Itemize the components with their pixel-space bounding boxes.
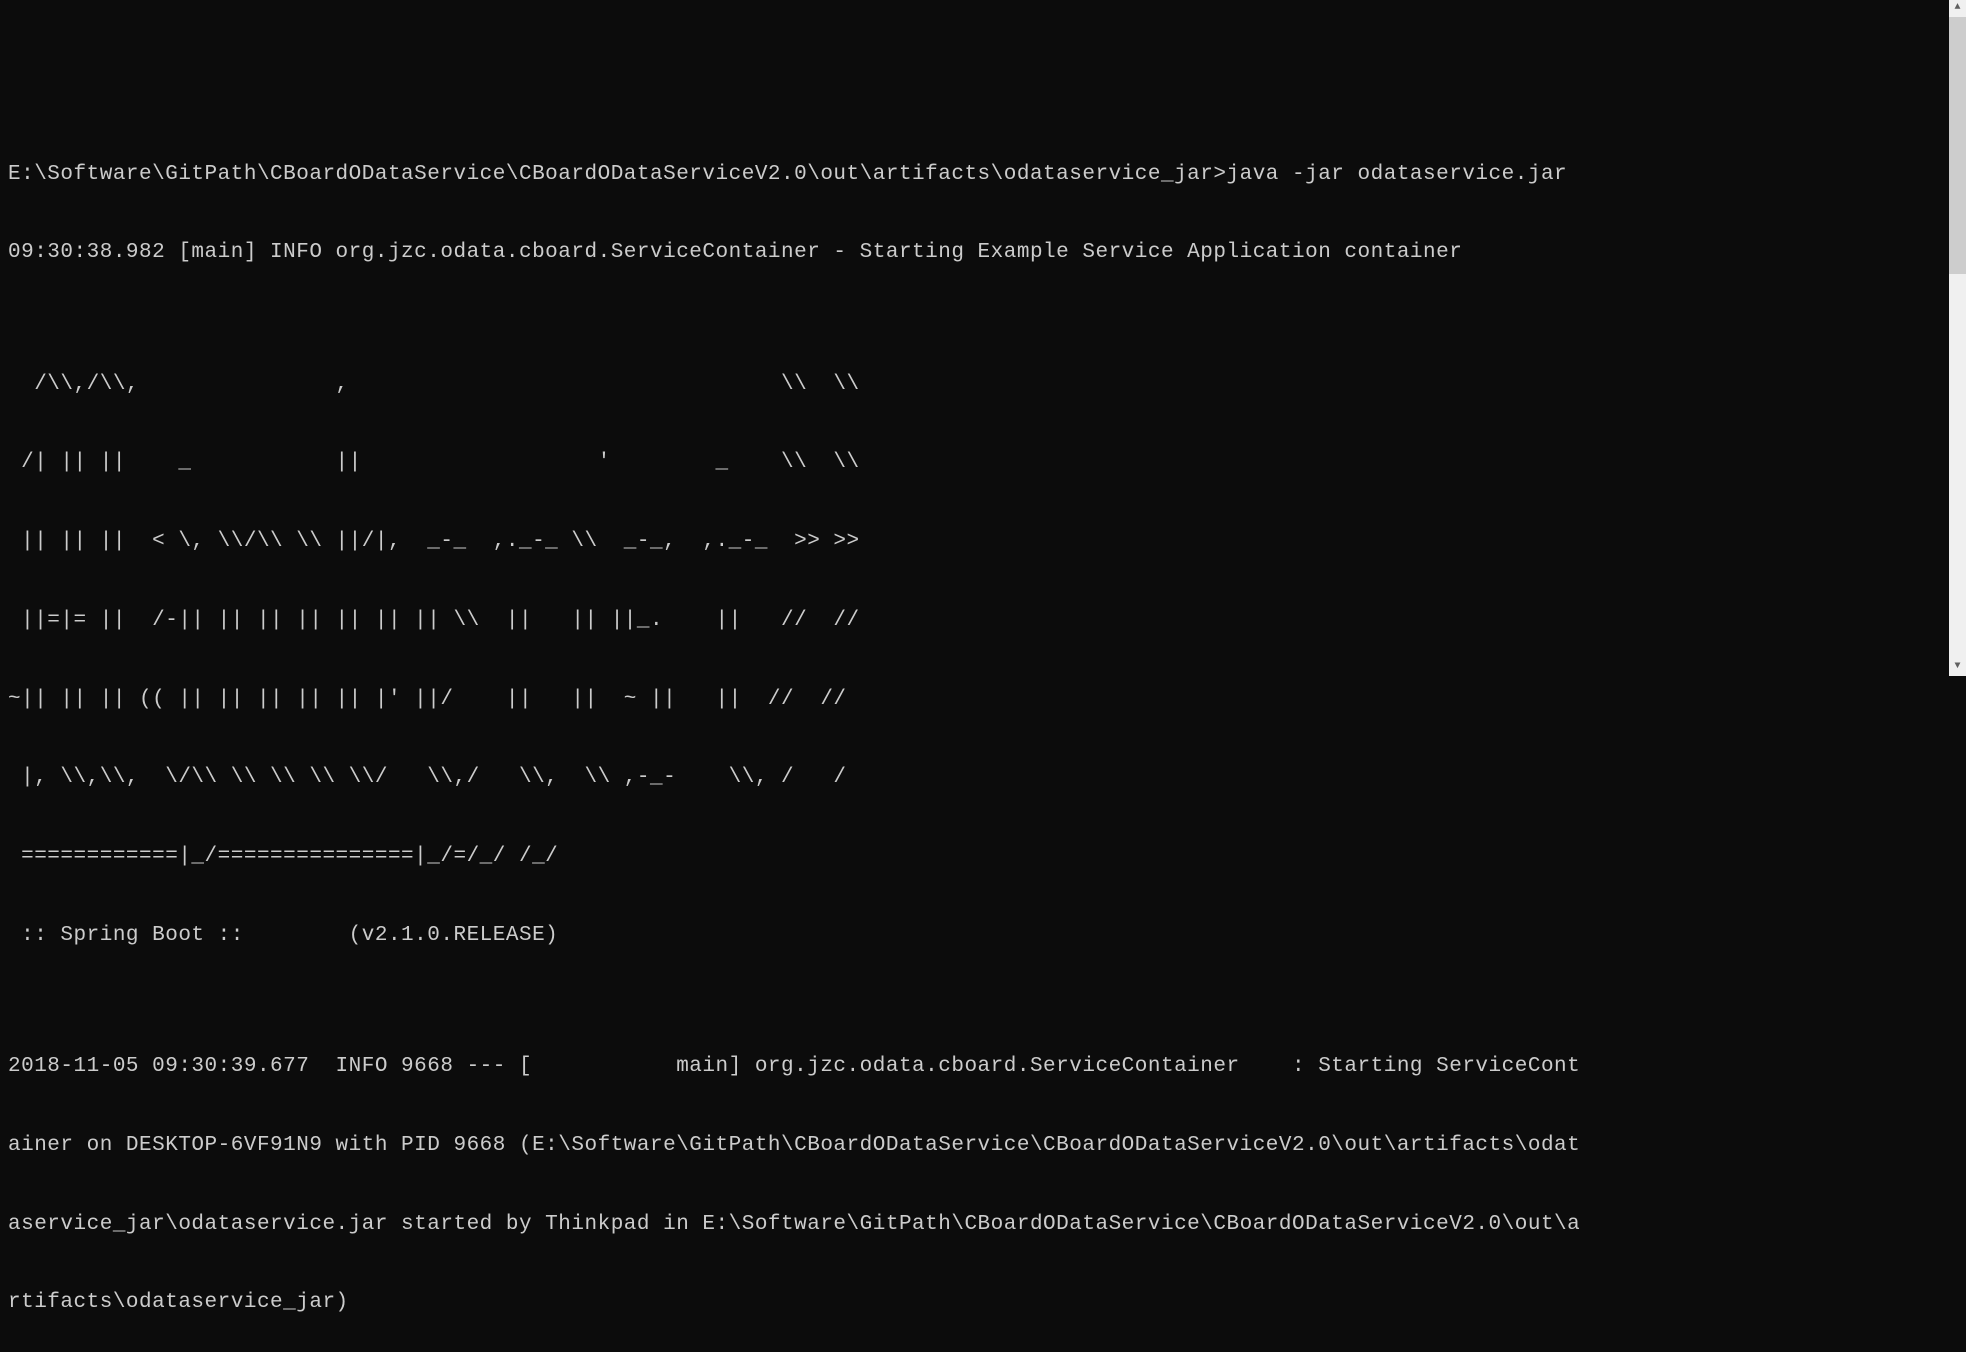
terminal-line: :: Spring Boot :: (v2.1.0.RELEASE) [8, 923, 1958, 949]
scrollbar-track[interactable] [1949, 17, 1966, 659]
scrollbar-thumb[interactable] [1949, 17, 1966, 274]
terminal-line: ||=|= || /-|| || || || || || || \\ || ||… [8, 608, 1958, 634]
scrollbar-down-arrow-icon[interactable]: ▼ [1949, 659, 1966, 676]
terminal-line: 09:30:38.982 [main] INFO org.jzc.odata.c… [8, 240, 1958, 266]
terminal-line: ~|| || || (( || || || || || |' ||/ || ||… [8, 687, 1958, 713]
terminal-line: rtifacts\odataservice_jar) [8, 1290, 1958, 1316]
terminal-line: /| || || _ || ' _ \\ \\ [8, 450, 1958, 476]
terminal-line: /\\,/\\, , \\ \\ [8, 372, 1958, 398]
terminal-line: aservice_jar\odataservice.jar started by… [8, 1212, 1958, 1238]
terminal-output[interactable]: E:\Software\GitPath\CBoardODataService\C… [8, 109, 1958, 777]
scrollbar-up-arrow-icon[interactable]: ▲ [1949, 0, 1966, 17]
terminal-line: |, \\,\\, \/\\ \\ \\ \\ \\/ \\,/ \\, \\ … [8, 765, 1958, 791]
vertical-scrollbar[interactable]: ▲ ▼ [1949, 0, 1966, 676]
terminal-line: || || || < \, \\/\\ \\ ||/|, _-_ ,._-_ \… [8, 529, 1958, 555]
terminal-line: 2018-11-05 09:30:39.677 INFO 9668 --- [ … [8, 1054, 1958, 1080]
terminal-line: ============|_/===============|_/=/_/ /_… [8, 844, 1958, 870]
terminal-line: ainer on DESKTOP-6VF91N9 with PID 9668 (… [8, 1133, 1958, 1159]
terminal-line: E:\Software\GitPath\CBoardODataService\C… [8, 162, 1958, 188]
